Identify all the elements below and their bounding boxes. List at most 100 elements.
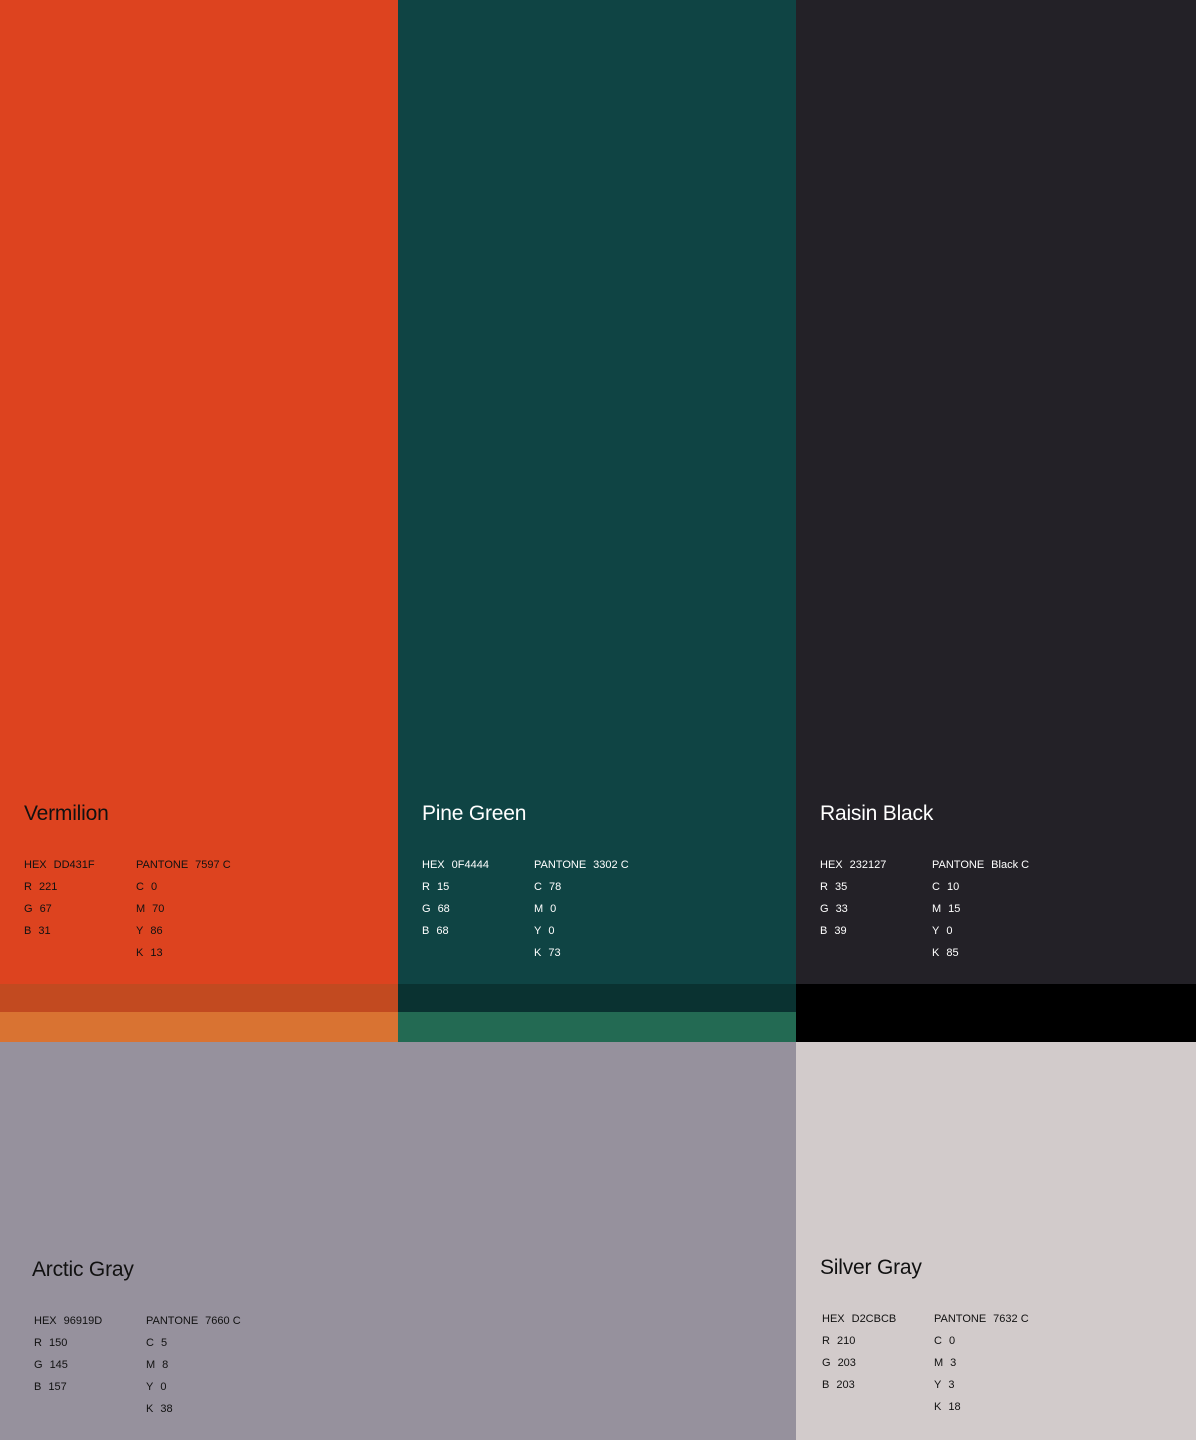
pine-green-cmyk-specs: PANTONE 3302 C C 78 M0 Y0 K 73 (534, 854, 629, 964)
c-value: 0 (948, 1335, 956, 1347)
vermilion-cmyk-specs: PANTONE 7597 C C0 M 70 Y 86 K 13 (136, 854, 231, 964)
m-label: M (934, 1357, 944, 1369)
k-label: K (136, 947, 144, 959)
g-value: 203 (837, 1357, 856, 1369)
m-label: M (136, 903, 146, 915)
m-label: M (534, 903, 544, 915)
pine-green-swatch (398, 0, 796, 984)
c-label: C (932, 881, 940, 893)
raisin-black-shade-strip (796, 984, 1196, 1042)
r-value: 35 (834, 881, 848, 893)
r-label: R (422, 881, 430, 893)
hex-value: 232127 (849, 859, 887, 871)
m-value: 0 (550, 903, 557, 915)
m-value: 15 (948, 903, 961, 915)
pine-green-shade-strip (398, 984, 796, 1012)
y-value: 86 (150, 925, 163, 937)
pine-green-tint-strip (398, 1012, 796, 1042)
g-label: G (34, 1359, 43, 1371)
k-value: 38 (160, 1403, 173, 1415)
b-label: B (34, 1381, 42, 1393)
arctic-gray-swatch (0, 1042, 796, 1440)
hex-value: 96919D (63, 1315, 103, 1327)
vermilion-shade-strip (0, 984, 398, 1012)
c-label: C (934, 1335, 942, 1347)
arctic-gray-cmyk-specs: PANTONE 7660 C C5 M8 Y0 K 38 (146, 1310, 241, 1420)
b-value: 203 (836, 1379, 855, 1391)
c-label: C (146, 1337, 154, 1349)
pantone-label: PANTONE (932, 859, 985, 871)
m-label: M (146, 1359, 156, 1371)
g-value: 33 (835, 903, 848, 915)
b-value: 157 (48, 1381, 67, 1393)
b-value: 68 (436, 925, 449, 937)
y-label: Y (534, 925, 542, 937)
k-value: 18 (948, 1401, 961, 1413)
silver-gray-name: Silver Gray (820, 1256, 922, 1279)
hex-label: HEX (822, 1313, 845, 1325)
g-value: 67 (39, 903, 52, 915)
m-label: M (932, 903, 942, 915)
c-label: C (136, 881, 144, 893)
pantone-value: 7660 C (205, 1315, 241, 1327)
y-label: Y (146, 1381, 154, 1393)
m-value: 70 (152, 903, 165, 915)
r-label: R (822, 1335, 830, 1347)
r-label: R (24, 881, 32, 893)
c-label: C (534, 881, 542, 893)
g-label: G (820, 903, 829, 915)
g-value: 68 (437, 903, 450, 915)
g-label: G (24, 903, 33, 915)
arctic-gray-name: Arctic Gray (32, 1258, 134, 1281)
k-value: 85 (946, 947, 959, 959)
pantone-value: Black C (991, 859, 1030, 871)
b-label: B (820, 925, 828, 937)
k-value: 73 (548, 947, 561, 959)
g-label: G (822, 1357, 831, 1369)
hex-value: D2CBCB (851, 1313, 897, 1325)
silver-gray-rgb-specs: HEX D2CBCB R 210 G 203 B 203 (822, 1308, 896, 1396)
g-value: 145 (49, 1359, 68, 1371)
vermilion-rgb-specs: HEX DD431F R 221 G 67 B 31 (24, 854, 95, 942)
m-value: 3 (950, 1357, 957, 1369)
y-value: 0 (160, 1381, 167, 1393)
pantone-value: 3302 C (593, 859, 629, 871)
silver-gray-cmyk-specs: PANTONE 7632 C C0 M3 Y3 K 18 (934, 1308, 1029, 1418)
c-value: 78 (548, 881, 562, 893)
hex-value: 0F4444 (451, 859, 489, 871)
k-label: K (934, 1401, 942, 1413)
hex-label: HEX (422, 859, 445, 871)
pantone-label: PANTONE (136, 859, 189, 871)
k-label: K (932, 947, 940, 959)
b-label: B (422, 925, 430, 937)
hex-value: DD431F (53, 859, 95, 871)
raisin-black-cmyk-specs: PANTONE Black C C 10 M 15 Y0 K 85 (932, 854, 1029, 964)
pantone-value: 7632 C (993, 1313, 1029, 1325)
b-value: 39 (834, 925, 847, 937)
r-value: 221 (38, 881, 58, 893)
arctic-gray-rgb-specs: HEX 96919D R 150 G 145 B 157 (34, 1310, 102, 1398)
pantone-label: PANTONE (534, 859, 587, 871)
pine-green-rgb-specs: HEX 0F4444 R 15 G 68 B 68 (422, 854, 489, 942)
c-value: 10 (946, 881, 960, 893)
k-label: K (146, 1403, 154, 1415)
c-value: 0 (150, 881, 158, 893)
c-value: 5 (160, 1337, 168, 1349)
b-value: 31 (38, 925, 51, 937)
hex-label: HEX (34, 1315, 57, 1327)
vermilion-name: Vermilion (24, 802, 109, 825)
hex-label: HEX (24, 859, 47, 871)
r-label: R (820, 881, 828, 893)
k-value: 13 (150, 947, 163, 959)
y-value: 3 (948, 1379, 955, 1391)
pine-green-name: Pine Green (422, 802, 527, 825)
r-label: R (34, 1337, 42, 1349)
hex-label: HEX (820, 859, 843, 871)
pantone-label: PANTONE (146, 1315, 199, 1327)
r-value: 15 (436, 881, 450, 893)
raisin-black-rgb-specs: HEX 232127 R 35 G 33 B 39 (820, 854, 886, 942)
m-value: 8 (162, 1359, 169, 1371)
raisin-black-swatch (796, 0, 1196, 984)
vermilion-tint-strip (0, 1012, 398, 1042)
raisin-black-name: Raisin Black (820, 802, 934, 825)
